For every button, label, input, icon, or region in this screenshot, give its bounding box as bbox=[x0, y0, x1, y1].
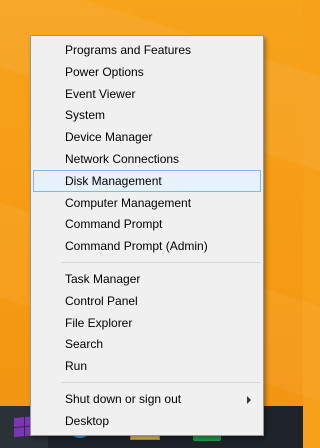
menu-item-power-options[interactable]: Power Options bbox=[33, 61, 261, 83]
menu-group-system-tools: Task Manager Control Panel File Explorer… bbox=[31, 268, 263, 377]
menu-item-device-manager[interactable]: Device Manager bbox=[33, 126, 261, 148]
winx-context-menu: Programs and Features Power Options Even… bbox=[30, 35, 264, 436]
menu-item-search[interactable]: Search bbox=[33, 333, 261, 355]
submenu-arrow-icon bbox=[247, 395, 251, 404]
menu-item-run[interactable]: Run bbox=[33, 355, 261, 377]
menu-group-session: Shut down or sign out Desktop bbox=[31, 388, 263, 432]
windows-logo-pane bbox=[14, 417, 24, 428]
menu-item-task-manager[interactable]: Task Manager bbox=[33, 268, 261, 290]
menu-item-network-connections[interactable]: Network Connections bbox=[33, 148, 261, 170]
menu-item-command-prompt[interactable]: Command Prompt bbox=[33, 213, 261, 235]
menu-item-command-prompt-admin[interactable]: Command Prompt (Admin) bbox=[33, 235, 261, 257]
menu-group-admin-tools: Programs and Features Power Options Even… bbox=[31, 39, 263, 257]
menu-item-system[interactable]: System bbox=[33, 104, 261, 126]
menu-item-shut-down-or-sign-out[interactable]: Shut down or sign out bbox=[33, 388, 261, 410]
menu-separator bbox=[61, 261, 261, 263]
menu-separator bbox=[61, 381, 261, 383]
menu-item-file-explorer[interactable]: File Explorer bbox=[33, 312, 261, 334]
menu-item-control-panel[interactable]: Control Panel bbox=[33, 290, 261, 312]
menu-item-computer-management[interactable]: Computer Management bbox=[33, 192, 261, 214]
menu-item-disk-management[interactable]: Disk Management bbox=[33, 169, 261, 192]
menu-item-desktop[interactable]: Desktop bbox=[33, 410, 261, 432]
menu-item-label: Shut down or sign out bbox=[65, 391, 182, 406]
menu-item-programs-and-features[interactable]: Programs and Features bbox=[33, 39, 261, 61]
windows-logo-pane bbox=[14, 427, 24, 438]
menu-item-event-viewer[interactable]: Event Viewer bbox=[33, 83, 261, 105]
